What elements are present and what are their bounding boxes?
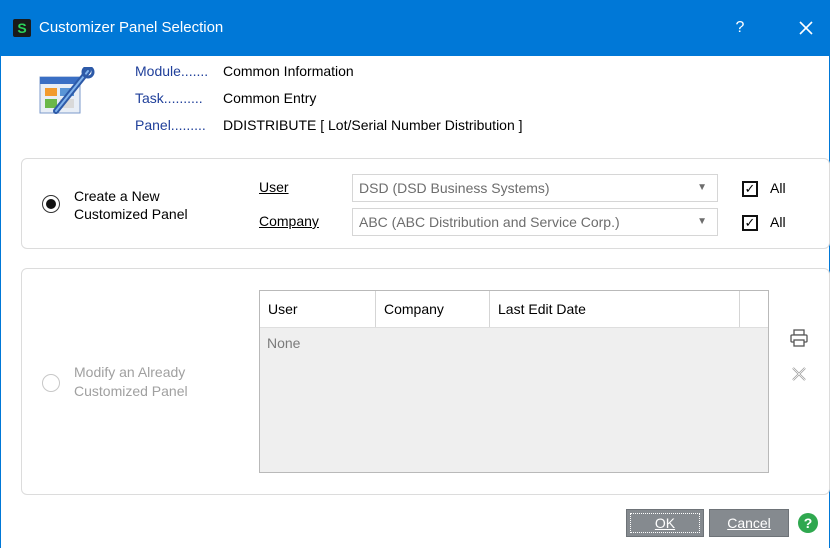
create-new-label-1[interactable]: Create a New (74, 187, 160, 206)
company-select[interactable]: ABC (ABC Distribution and Service Corp.)… (352, 208, 718, 236)
column-header-company[interactable]: Company (376, 291, 490, 327)
panel-label: Panel......... (135, 117, 206, 133)
create-new-radio[interactable] (42, 195, 60, 213)
modify-existing-label-1[interactable]: Modify an Already (74, 363, 185, 382)
help-circle-icon[interactable]: ? (797, 512, 819, 534)
cancel-button[interactable]: Cancel (709, 509, 789, 537)
svg-text:?: ? (804, 515, 813, 531)
user-field-label: User (259, 179, 289, 195)
company-all-checkbox[interactable]: ✓ (742, 215, 758, 231)
chevron-down-icon: ▼ (697, 216, 707, 227)
column-header-user[interactable]: User (260, 291, 376, 327)
task-label: Task.......... (135, 90, 203, 106)
module-value: Common Information (223, 63, 354, 79)
create-new-label-2[interactable]: Customized Panel (74, 205, 188, 224)
app-icon: S (13, 19, 31, 37)
company-all-label[interactable]: All (770, 214, 786, 230)
modify-existing-radio[interactable] (42, 374, 60, 392)
delete-icon[interactable] (789, 364, 809, 384)
task-value: Common Entry (223, 90, 317, 106)
user-select[interactable]: DSD (DSD Business Systems) ▼ (352, 174, 718, 202)
company-field-label: Company (259, 213, 319, 229)
title-bar: S Customizer Panel Selection ? (0, 0, 830, 56)
customizer-icon (39, 67, 95, 114)
module-label: Module....... (135, 63, 209, 79)
window-title: Customizer Panel Selection (39, 19, 224, 36)
help-title-button[interactable]: ? (725, 14, 755, 42)
chevron-down-icon: ▼ (697, 182, 707, 193)
customized-panels-grid[interactable]: User Company Last Edit Date None (259, 290, 769, 473)
user-all-label[interactable]: All (770, 180, 786, 196)
grid-empty-text: None (267, 335, 301, 351)
ok-button[interactable]: OK (626, 509, 704, 537)
printer-icon[interactable] (789, 328, 809, 348)
panel-value: DDISTRIBUTE [ Lot/Serial Number Distribu… (223, 117, 523, 133)
user-all-checkbox[interactable]: ✓ (742, 181, 758, 197)
window-border (0, 56, 1, 548)
grid-header: User Company Last Edit Date (260, 291, 768, 328)
column-header-last-edit-date[interactable]: Last Edit Date (490, 291, 740, 327)
company-select-value: ABC (ABC Distribution and Service Corp.) (359, 214, 620, 230)
modify-existing-label-2[interactable]: Customized Panel (74, 382, 188, 401)
close-icon[interactable] (790, 14, 822, 42)
user-select-value: DSD (DSD Business Systems) (359, 180, 550, 196)
